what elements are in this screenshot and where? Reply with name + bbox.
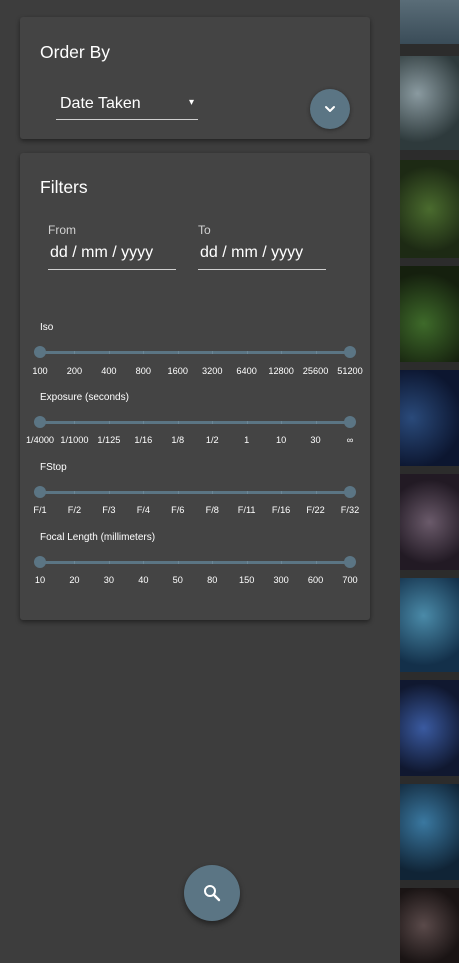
- filters-title: Filters: [40, 177, 88, 197]
- slider-tick-mark: [74, 351, 76, 354]
- slider-tick-mark: [212, 561, 214, 564]
- slider-exposure-track[interactable]: [34, 416, 356, 428]
- photo-gallery-strip: [400, 0, 459, 963]
- slider-tick-mark: [143, 491, 145, 494]
- order-by-select[interactable]: Date Taken ▾: [56, 95, 198, 120]
- slider-tick-label: 700: [342, 575, 358, 585]
- order-by-selected-value: Date Taken: [60, 95, 141, 112]
- slider-tick-mark: [281, 561, 283, 564]
- slider-tick-mark: [108, 491, 110, 494]
- filter-drawer: Order By Date Taken ▾ Filters From dd / …: [0, 0, 400, 963]
- gallery-photo[interactable]: [400, 0, 459, 44]
- slider-tick-mark: [143, 421, 145, 424]
- slider-thumb-max[interactable]: [344, 416, 356, 428]
- slider-tick-mark: [177, 421, 179, 424]
- slider-tick-mark: [74, 421, 76, 424]
- to-date-value: dd / mm / yyyy: [200, 244, 304, 261]
- gallery-photo[interactable]: [400, 160, 459, 258]
- slider-fstop-ticks: F/1 F/2 F/3 F/4 F/6 F/8 F/11 F/16 F/22 F/32: [20, 505, 370, 517]
- slider-focal-length-ticks: 10 20 30 40 50 80 150 300 600 700: [20, 575, 370, 587]
- slider-tick-mark: [177, 351, 179, 354]
- slider-tick-mark: [315, 351, 317, 354]
- gallery-photo[interactable]: [400, 680, 459, 776]
- gallery-photo[interactable]: [400, 474, 459, 570]
- slider-focal-length-track[interactable]: [34, 556, 356, 568]
- gallery-photo[interactable]: [400, 266, 459, 362]
- slider-exposure-ticks: 1/4000 1/1000 1/125 1/16 1/8 1/2 1 10 30 ∞: [20, 435, 370, 447]
- slider-tick-mark: [246, 421, 248, 424]
- slider-tick-mark: [74, 491, 76, 494]
- from-date-value: dd / mm / yyyy: [50, 244, 154, 261]
- slider-tick-mark: [177, 491, 179, 494]
- slider-tick-mark: [108, 421, 110, 424]
- slider-thumb-min[interactable]: [34, 486, 46, 498]
- to-date-input[interactable]: dd / mm / yyyy: [198, 241, 326, 270]
- slider-tick-mark: [246, 491, 248, 494]
- slider-tick-mark: [246, 351, 248, 354]
- gallery-photo[interactable]: [400, 784, 459, 880]
- slider-tick-mark: [281, 491, 283, 494]
- slider-iso-ticks: 100 200 400 800 1600 3200 6400 12800 25600 51200: [20, 366, 370, 378]
- slider-label-fstop: FStop: [40, 462, 67, 473]
- slider-thumb-min[interactable]: [34, 416, 46, 428]
- filters-card: Filters From dd / mm / yyyy To dd / mm /…: [20, 153, 370, 620]
- slider-tick-mark: [315, 491, 317, 494]
- slider-thumb-max[interactable]: [344, 486, 356, 498]
- gallery-photo[interactable]: [400, 888, 459, 963]
- gallery-photo[interactable]: [400, 370, 459, 466]
- slider-tick-mark: [143, 561, 145, 564]
- slider-tick-mark: [315, 561, 317, 564]
- slider-thumb-min[interactable]: [34, 346, 46, 358]
- slider-tick-mark: [212, 351, 214, 354]
- slider-thumb-min[interactable]: [34, 556, 46, 568]
- search-icon: [204, 885, 221, 902]
- search-button[interactable]: [184, 865, 240, 921]
- chevron-down-icon: [325, 106, 335, 112]
- order-by-title: Order By: [40, 42, 111, 62]
- slider-tick-mark: [212, 491, 214, 494]
- slider-tick-mark: [212, 421, 214, 424]
- to-label: To: [198, 223, 211, 237]
- slider-label-exposure: Exposure (seconds): [40, 392, 129, 403]
- from-label: From: [48, 223, 76, 237]
- slider-tick-mark: [177, 561, 179, 564]
- slider-fstop-track[interactable]: [34, 486, 356, 498]
- slider-label-iso: Iso: [40, 322, 54, 333]
- dropdown-arrow-icon: ▾: [188, 97, 194, 108]
- gallery-photo[interactable]: [400, 578, 459, 672]
- slider-label-focal-length: Focal Length (millimeters): [40, 532, 156, 543]
- from-date-input[interactable]: dd / mm / yyyy: [48, 241, 176, 270]
- slider-tick-mark: [108, 561, 110, 564]
- slider-tick-label: F/32: [340, 505, 360, 515]
- slider-thumb-max[interactable]: [344, 346, 356, 358]
- order-by-card: Order By Date Taken ▾: [20, 17, 370, 139]
- slider-tick-label: 51200: [337, 366, 363, 376]
- slider-iso-track[interactable]: [34, 346, 356, 358]
- slider-tick-mark: [246, 561, 248, 564]
- gallery-photo[interactable]: [400, 56, 459, 150]
- slider-tick-mark: [74, 561, 76, 564]
- expand-order-button[interactable]: [310, 89, 350, 129]
- slider-tick-mark: [108, 351, 110, 354]
- slider-tick-label: ∞: [346, 435, 354, 445]
- slider-tick-mark: [143, 351, 145, 354]
- slider-tick-mark: [281, 421, 283, 424]
- slider-thumb-max[interactable]: [344, 556, 356, 568]
- slider-tick-mark: [315, 421, 317, 424]
- slider-tick-mark: [281, 351, 283, 354]
